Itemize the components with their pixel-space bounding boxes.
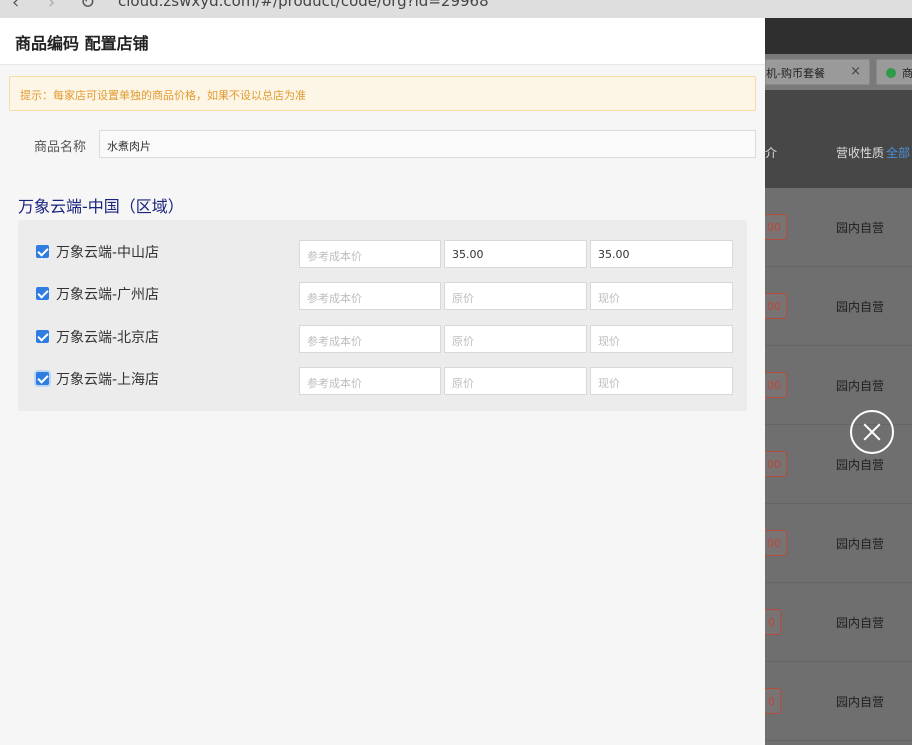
bg-tab-strip: 机-购币套餐 × 商 [765, 54, 912, 90]
bg-nature-cell: 园内自营 [836, 221, 885, 235]
bg-nature-cell: 园内自营 [836, 616, 885, 630]
url-text[interactable]: cloud.zswxyd.com/#/product/code/org?id=2… [118, 0, 489, 10]
bg-table-body: 00 园内自营 00 园内自营 00 园内自营 00 园内自营 00 园内自营 0 园内自营 0 园内自营 [765, 188, 912, 741]
browser-address-bar: ‹ › ↻ cloud.zswxyd.com/#/product/code/or… [0, 0, 912, 18]
bg-table-row: 00 园内自营 [765, 346, 912, 425]
cost-price-input[interactable]: 参考成本价 [299, 282, 441, 310]
cost-price-input[interactable]: 参考成本价 [299, 367, 441, 395]
bg-price-tag: 0 [765, 609, 781, 635]
store-name[interactable]: 万象云端-广州店 [56, 284, 159, 304]
bg-tab-active: 商 [876, 59, 912, 85]
store-name[interactable]: 万象云端-中山店 [56, 242, 159, 262]
bg-table-row: 0 园内自营 [765, 662, 912, 741]
store-row: 万象云端-中山店 参考成本价 35.00 35.00 [18, 240, 747, 272]
store-name[interactable]: 万象云端-上海店 [56, 369, 159, 389]
original-price-input[interactable]: 35.00 [444, 240, 587, 268]
forward-icon[interactable]: › [48, 0, 55, 13]
store-list-panel: 万象云端-中山店 参考成本价 35.00 35.00 万象云端-广州店 参考成本价 原价 现价… [18, 220, 747, 411]
background-page: 机-购币套餐 × 商 介 营收性质 全部 00 园内自营 00 园内自营 00 园内自营 00… [765, 18, 912, 745]
store-checkbox[interactable] [36, 287, 49, 300]
bg-table-row: 0 园内自营 [765, 583, 912, 662]
store-row: 万象云端-北京店 参考成本价 原价 现价 [18, 325, 747, 357]
original-price-input[interactable]: 原价 [444, 325, 587, 353]
bg-top-bar [765, 18, 912, 54]
region-title: 万象云端-中国（区域） [18, 197, 184, 216]
store-checkbox[interactable] [36, 245, 49, 258]
bg-table-row: 00 园内自营 [765, 188, 912, 267]
back-icon[interactable]: ‹ [12, 0, 19, 13]
current-price-input[interactable]: 现价 [590, 325, 733, 353]
original-price-input[interactable]: 原价 [444, 367, 587, 395]
price-tip-alert: 提示：每家店可设置单独的商品价格，如果不设以总店为准 [9, 76, 756, 111]
status-dot-icon [886, 68, 896, 78]
bg-col-price: 介 [765, 146, 778, 160]
cost-price-input[interactable]: 参考成本价 [299, 240, 441, 268]
bg-table-row: 00 园内自营 [765, 267, 912, 346]
drawer-title: 商品编码 配置店铺 [15, 34, 149, 53]
original-price-input[interactable]: 原价 [444, 282, 587, 310]
bg-filter-all: 全部 [886, 146, 911, 160]
current-price-input[interactable]: 现价 [590, 367, 733, 395]
store-checkbox[interactable] [36, 372, 49, 385]
store-row: 万象云端-广州店 参考成本价 原价 现价 [18, 282, 747, 314]
close-drawer-icon[interactable] [850, 410, 894, 454]
bg-price-tag: 00 [765, 372, 787, 398]
bg-col-nature-label: 营收性质 [836, 146, 885, 160]
bg-price-tag: 00 [765, 293, 787, 319]
config-store-drawer: 商品编码 配置店铺 提示：每家店可设置单独的商品价格，如果不设以总店为准 商品名… [0, 18, 765, 745]
store-checkbox[interactable] [36, 330, 49, 343]
bg-tab-label: 机-购币套餐 [766, 67, 825, 80]
bg-tab-label: 商 [902, 67, 912, 80]
product-name-label: 商品名称 [34, 140, 87, 155]
store-row: 万象云端-上海店 参考成本价 原价 现价 [18, 367, 747, 399]
bg-table-row: 00 园内自营 [765, 504, 912, 583]
product-name-input[interactable]: 水煮肉片 [99, 130, 756, 158]
tab-close-icon: × [850, 64, 861, 79]
bg-price-tag: 00 [765, 530, 787, 556]
bg-nature-cell: 园内自营 [836, 300, 885, 314]
bg-tab: 机-购币套餐 × [765, 59, 870, 85]
drawer-header: 商品编码 配置店铺 [0, 18, 765, 65]
bg-nature-cell: 园内自营 [836, 379, 885, 393]
bg-nature-cell: 园内自营 [836, 537, 885, 551]
bg-price-tag: 0 [765, 688, 781, 714]
bg-nature-cell: 园内自营 [836, 458, 885, 472]
cost-price-input[interactable]: 参考成本价 [299, 325, 441, 353]
bg-table-header: 介 营收性质 全部 [765, 90, 912, 188]
current-price-input[interactable]: 35.00 [590, 240, 733, 268]
bg-price-tag: 00 [765, 214, 787, 240]
store-name[interactable]: 万象云端-北京店 [56, 327, 159, 347]
current-price-input[interactable]: 现价 [590, 282, 733, 310]
reload-icon[interactable]: ↻ [80, 0, 95, 13]
bg-price-tag: 00 [765, 451, 787, 477]
bg-col-nature: 营收性质 全部 [836, 144, 910, 161]
bg-nature-cell: 园内自营 [836, 695, 885, 709]
